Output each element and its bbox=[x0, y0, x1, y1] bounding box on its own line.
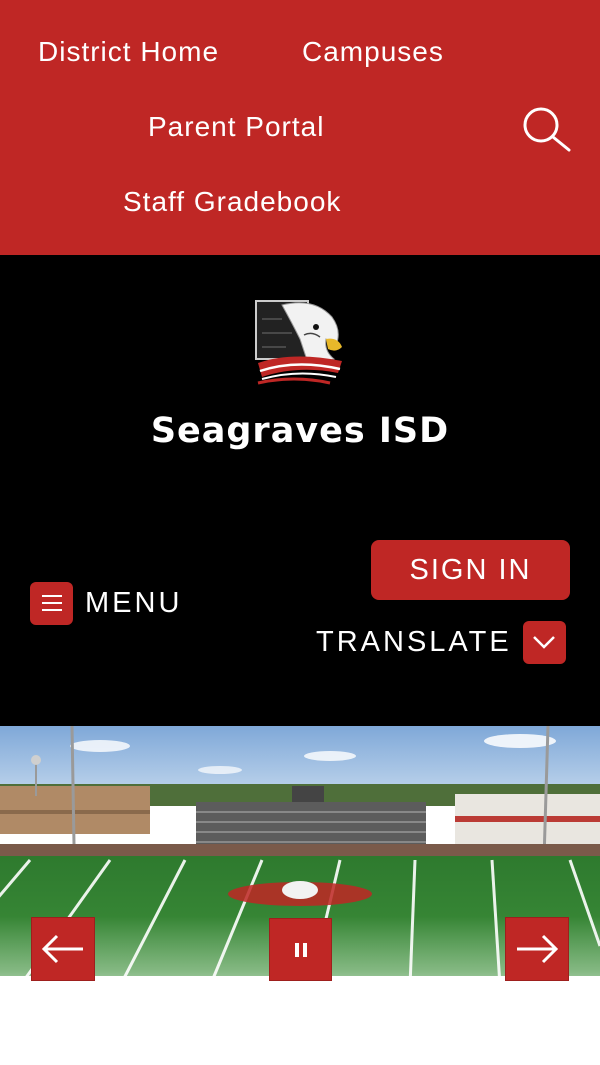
arrow-left-icon bbox=[41, 934, 83, 964]
sign-in-button[interactable]: SIGN IN bbox=[371, 540, 570, 600]
nav-link-campuses[interactable]: Campuses bbox=[302, 36, 444, 68]
next-slide-button[interactable] bbox=[505, 917, 569, 981]
search-button[interactable] bbox=[518, 104, 574, 154]
arrow-right-icon bbox=[517, 934, 559, 964]
pause-icon bbox=[294, 942, 307, 957]
menu-button[interactable]: MENU bbox=[30, 581, 182, 625]
nav-link-parent-portal[interactable]: Parent Portal bbox=[148, 111, 324, 143]
football-field-photo bbox=[0, 726, 600, 1065]
search-icon bbox=[523, 107, 571, 152]
translate-label: TRANSLATE bbox=[316, 625, 512, 658]
nav-link-staff-gradebook[interactable]: Staff Gradebook bbox=[123, 186, 341, 218]
chevron-down-icon bbox=[522, 620, 566, 664]
hamburger-icon bbox=[30, 581, 73, 625]
site-header: Seagraves ISD SIGN IN MENU TRANSLATE bbox=[0, 255, 600, 726]
hero-slideshow bbox=[0, 726, 600, 1065]
translate-dropdown[interactable]: TRANSLATE bbox=[316, 620, 566, 664]
eagle-mascot-logo[interactable] bbox=[252, 299, 348, 389]
previous-slide-button[interactable] bbox=[31, 917, 95, 981]
nav-link-district-home[interactable]: District Home bbox=[38, 36, 219, 68]
pause-slideshow-button[interactable] bbox=[269, 918, 332, 981]
menu-label: MENU bbox=[85, 586, 183, 619]
top-utility-nav: District Home Campuses Parent Portal Sta… bbox=[0, 0, 600, 255]
site-title: Seagraves ISD bbox=[150, 411, 450, 451]
